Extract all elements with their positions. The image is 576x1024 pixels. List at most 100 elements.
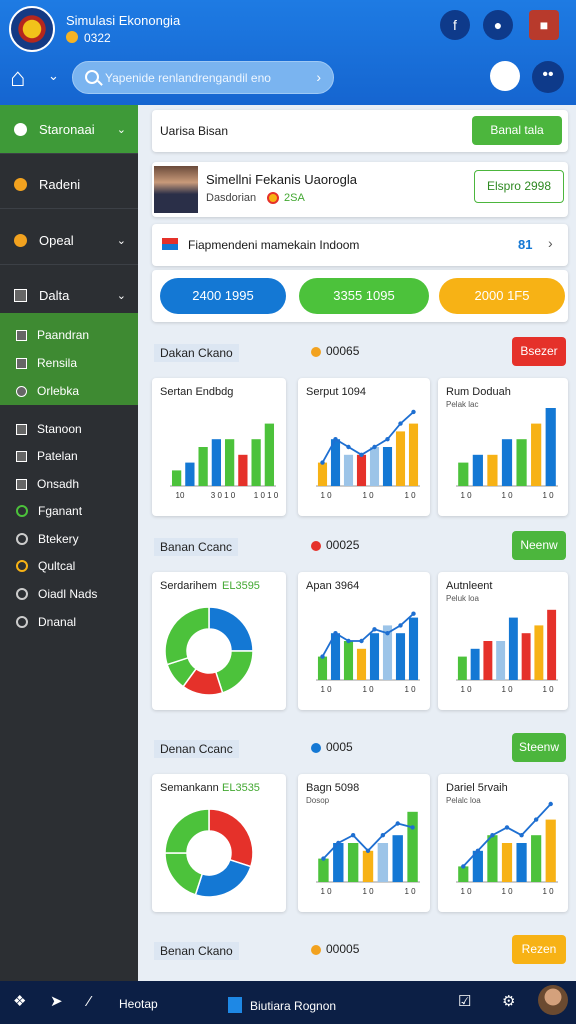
circle-icon	[16, 588, 28, 600]
chart-point	[548, 801, 553, 807]
chart-bar	[531, 423, 542, 486]
search-input[interactable]	[105, 68, 305, 88]
chart-bar	[318, 858, 329, 882]
tick-label: 1 0	[320, 887, 332, 896]
avatar[interactable]	[538, 985, 568, 1015]
chart-svg: 10 3 0 1 0 1 0 1 0	[170, 423, 279, 500]
chart-card: Autnleent Peluk loa 1 01 01 0	[438, 572, 568, 710]
chart-svg	[164, 808, 254, 898]
chart-card: Sertan Endbdg 10 3 0 1 01 0 1 0	[152, 378, 286, 516]
tick-label: 1 0	[320, 685, 332, 694]
check-icon[interactable]: ☑	[458, 991, 471, 1013]
section-button[interactable]: Steenw	[512, 733, 566, 762]
chart-bar	[198, 447, 208, 486]
tick-label: 1 0	[362, 685, 374, 694]
gear-icon[interactable]: ⚙	[502, 991, 515, 1013]
status-dot-icon	[311, 743, 321, 753]
sidebar-subitem[interactable]: Rensila	[0, 351, 138, 375]
chevron-right-icon[interactable]: ›	[316, 69, 321, 85]
chart-bar	[333, 843, 344, 882]
section-button[interactable]: Bsezer	[512, 337, 566, 366]
chart-bar	[408, 617, 419, 680]
start-icon[interactable]: ❖	[13, 991, 26, 1013]
stats-card: 2400 1995 3355 1095 2000 1F5	[152, 270, 568, 322]
badge-icon	[66, 31, 78, 43]
chart-bar	[470, 648, 480, 680]
taskbar: ❖ ➤ ⁄ Heotap Biutiara Rognon ☑ ⚙	[0, 981, 576, 1024]
chart-point	[411, 611, 416, 616]
facebook-icon[interactable]: f	[440, 10, 470, 40]
sidebar-item[interactable]: Qultcal	[0, 554, 138, 578]
sidebar-item[interactable]: Dnanal	[0, 610, 138, 634]
profile-button[interactable]: Elspro 2998	[474, 170, 564, 203]
taskbar-app[interactable]: Biutiara Rognon	[228, 997, 336, 1013]
page-title: Uarisa Bisan	[160, 124, 229, 138]
chart-point	[533, 817, 539, 822]
notice-card[interactable]: Fiapmendeni mamekain Indoom 81 ›	[152, 224, 568, 266]
section-button[interactable]: Rezen	[512, 935, 566, 964]
user-avatar-button[interactable]	[490, 61, 520, 91]
sidebar-section-1[interactable]: Radeni	[0, 160, 138, 209]
chart-bar	[356, 648, 367, 680]
section-title: Denan Ccanc	[154, 740, 239, 758]
slash-icon[interactable]: ⁄	[88, 991, 91, 1013]
people-icon[interactable]: ●	[483, 10, 513, 40]
sidebar-item[interactable]: Btekery	[0, 527, 138, 551]
sidebar-section-2[interactable]: Opeal ⌄	[0, 216, 138, 265]
chevron-down-icon[interactable]: ⌄	[48, 68, 59, 84]
circle-icon	[16, 533, 28, 545]
chart-point	[372, 444, 377, 450]
section-title: Benan Ckano	[154, 942, 239, 960]
status-dot-icon	[311, 541, 321, 551]
pie-slice	[214, 650, 254, 694]
sidebar-subitem[interactable]: Orlebka	[0, 379, 138, 403]
chevron-down-icon: ⌄	[116, 290, 126, 302]
pie-slice	[208, 808, 254, 868]
chevron-down-icon: ⌄	[116, 234, 126, 247]
sidebar-subitem[interactable]: Paandran	[0, 323, 138, 347]
section-count: 00065	[326, 344, 360, 358]
chart-point	[490, 833, 495, 838]
chart-svg: 1 0 1 0 1 0	[316, 611, 420, 694]
sidebar-item[interactable]: Oiadl Nads	[0, 582, 138, 606]
tick-label: 1 0	[404, 685, 416, 694]
chart-bar	[382, 447, 393, 486]
search-bar[interactable]: ›	[72, 61, 334, 94]
tick-label: 1 0	[460, 887, 472, 896]
chart-card: Rum Doduah Pelak lac 1 01 01 0	[438, 378, 568, 516]
tick-label: 1 0	[501, 491, 513, 500]
section-title: Banan Ccanc	[154, 538, 239, 556]
chart-point	[350, 833, 356, 838]
chart-bar	[377, 843, 389, 882]
chart-point	[320, 460, 325, 465]
chart-bar	[516, 843, 527, 882]
circle-icon	[16, 560, 28, 572]
chart-point	[320, 654, 325, 659]
more-icon[interactable]: ••	[532, 61, 564, 93]
chart-bar	[547, 609, 557, 680]
pie-slice	[208, 606, 254, 652]
sidebar-section-0[interactable]: Staronaai ⌄	[0, 105, 138, 154]
chart-bar	[483, 641, 493, 680]
header-button[interactable]: Banal tala	[472, 116, 562, 145]
chart-point	[398, 623, 403, 628]
arrow-icon[interactable]: ➤	[50, 991, 63, 1013]
home-icon[interactable]: ⌂	[10, 60, 40, 94]
sidebar-item[interactable]: Onsadh	[0, 472, 138, 496]
sidebar-item[interactable]: Stanoon	[0, 417, 138, 441]
chart-bar	[531, 835, 542, 882]
sidebar-item[interactable]: Fganant	[0, 499, 138, 523]
chart-bar	[496, 641, 506, 680]
chart-point	[385, 631, 390, 636]
stat-pill[interactable]: 2400 1995	[160, 278, 286, 314]
taskbar-label[interactable]: Heotap	[119, 997, 158, 1011]
chart-bar	[211, 439, 222, 486]
chart-bar	[369, 633, 380, 680]
stat-pill[interactable]: 3355 1095	[299, 278, 429, 314]
profile-badge: 2SA	[284, 192, 305, 204]
section-button[interactable]: Neenw	[512, 531, 566, 560]
sidebar-item[interactable]: Patelan	[0, 444, 138, 468]
stat-pill[interactable]: 2000 1F5	[439, 278, 565, 314]
flag-icon	[162, 238, 178, 250]
books-icon[interactable]: ■	[529, 10, 559, 40]
